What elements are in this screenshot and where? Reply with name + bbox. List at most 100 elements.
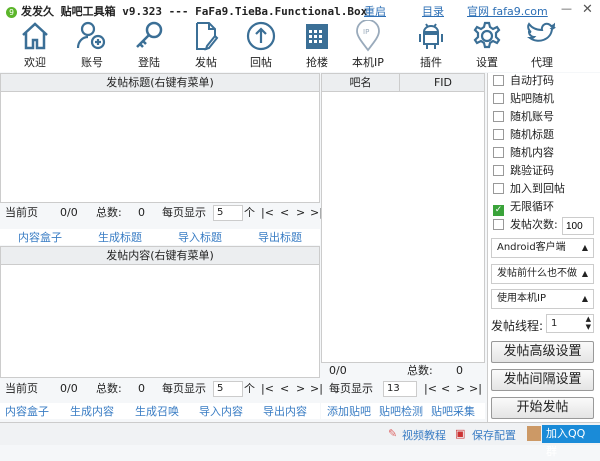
start-post-button[interactable]: 开始发帖 — [491, 397, 594, 419]
tool-grab-floor[interactable]: 抢楼 — [292, 20, 342, 70]
post-count-input[interactable] — [562, 217, 594, 235]
pencil-icon: ✎ — [388, 427, 398, 440]
join-qq-group-button[interactable]: 加入QQ群 — [542, 425, 600, 458]
gear-icon — [473, 21, 501, 49]
first-page-button[interactable]: |< — [261, 204, 274, 222]
per-page-select[interactable]: 5 — [213, 381, 243, 397]
total-label: 总数: — [407, 364, 433, 377]
next-page-button[interactable]: > — [296, 204, 305, 222]
content-list[interactable]: 发帖内容(右键有菜单) — [0, 246, 320, 378]
total: 0 — [138, 382, 145, 395]
title-links: 内容盒子 生成标题 导入标题 导出标题 — [0, 229, 320, 245]
per-page-select[interactable]: 5 — [213, 205, 243, 221]
content-pager: 当前页 0/0 总数: 0 每页显示 5 个 |< < > >| — [0, 380, 323, 398]
checkbox-icon[interactable] — [493, 129, 504, 140]
option-checkbox[interactable]: 随机内容 — [493, 145, 554, 161]
advanced-settings-button[interactable]: 发帖高级设置 — [491, 341, 594, 363]
option-label: 自动打码 — [510, 74, 554, 87]
restart-link[interactable]: 重启 — [364, 3, 386, 19]
checkbox-icon[interactable] — [493, 75, 504, 86]
option-checkbox[interactable]: 随机标题 — [493, 127, 554, 143]
option-checkbox[interactable]: 发帖次数: — [493, 217, 558, 233]
option-label: 随机内容 — [510, 146, 554, 159]
catalog-link[interactable]: 目录 — [422, 3, 444, 19]
document-icon — [196, 22, 219, 51]
app-title: 9 发发久 贴吧工具箱 v9.323 --- FaFa9.TieBa.Functi… — [6, 3, 367, 19]
svg-text:IP: IP — [363, 28, 369, 36]
option-checkbox[interactable]: 自动打码 — [493, 73, 554, 89]
per-page-label: 每页显示 — [329, 382, 373, 395]
prev-page-button[interactable]: < — [441, 380, 450, 398]
tool-account[interactable]: 账号 — [67, 20, 117, 70]
export-content-link[interactable]: 导出内容 — [263, 403, 307, 419]
interval-settings-button[interactable]: 发帖间隔设置 — [491, 369, 594, 391]
before-post-select[interactable]: 发帖前什么也不做 ▲ — [491, 264, 594, 284]
twitter-icon — [526, 22, 556, 42]
stepper-arrows-icon[interactable]: ▲ ▼ — [586, 315, 591, 331]
generate-title-link[interactable]: 生成标题 — [98, 229, 142, 245]
checked-box-icon[interactable]: ✓ — [493, 205, 504, 216]
checkbox-icon[interactable] — [493, 183, 504, 194]
option-checkbox[interactable]: 跳验证码 — [493, 163, 554, 179]
first-page-button[interactable]: |< — [261, 380, 274, 398]
per-page-select[interactable]: 13 — [383, 381, 417, 397]
close-button[interactable]: ✕ — [582, 2, 593, 17]
checkbox-icon[interactable] — [493, 111, 504, 122]
title-list[interactable]: 发帖标题(右键有菜单) — [0, 73, 320, 203]
tool-welcome[interactable]: 欢迎 — [10, 20, 60, 70]
tool-plugins[interactable]: 插件 — [406, 20, 456, 70]
first-page-button[interactable]: |< — [424, 380, 437, 398]
collect-bar-link[interactable]: 贴吧采集 — [431, 403, 475, 419]
key-icon — [136, 21, 163, 48]
content-box-link[interactable]: 内容盒子 — [5, 403, 49, 419]
option-checkbox[interactable]: 随机账号 — [493, 109, 554, 125]
tool-local-ip[interactable]: IP 本机IP — [343, 20, 393, 70]
col-fid[interactable]: FID — [401, 74, 485, 91]
option-checkbox[interactable]: ✓ 无限循环 — [493, 199, 554, 216]
bar-list[interactable]: 吧名 FID — [321, 73, 485, 363]
minimize-button[interactable]: — — [561, 2, 572, 15]
total: 0 — [138, 206, 145, 219]
checkbox-icon[interactable] — [493, 93, 504, 104]
tool-label: 抢楼 — [306, 56, 328, 69]
tool-reply[interactable]: 回帖 — [236, 20, 286, 70]
checkbox-icon[interactable] — [493, 147, 504, 158]
save-config-link[interactable]: 保存配置 — [472, 427, 516, 443]
tool-post[interactable]: 发帖 — [181, 20, 231, 70]
current-page: 0/0 — [60, 382, 78, 395]
import-title-link[interactable]: 导入标题 — [178, 229, 222, 245]
add-bar-link[interactable]: 添加贴吧 — [327, 403, 371, 419]
tool-proxy[interactable]: 代理 — [517, 20, 567, 70]
next-page-button[interactable]: > — [296, 380, 305, 398]
tool-login[interactable]: 登陆 — [124, 20, 174, 70]
prev-page-button[interactable]: < — [280, 204, 289, 222]
next-page-button[interactable]: > — [456, 380, 465, 398]
client-value: Android客户端 — [497, 242, 566, 253]
client-select[interactable]: Android客户端 ▲ — [491, 238, 594, 258]
checkbox-icon[interactable] — [493, 165, 504, 176]
checkbox-icon[interactable] — [493, 219, 504, 230]
export-title-link[interactable]: 导出标题 — [258, 229, 302, 245]
calendar-icon — [306, 24, 328, 49]
add-user-icon — [76, 21, 106, 50]
generate-summon-link[interactable]: 生成召唤 — [135, 403, 179, 419]
website-link[interactable]: 官网 fafa9.com — [467, 3, 548, 19]
content-list-header: 发帖内容(右键有菜单) — [1, 247, 319, 265]
bar-summary: 0/0 总数: 0 — [321, 362, 485, 380]
option-checkbox[interactable]: 加入到回帖 — [493, 181, 565, 197]
prev-page-button[interactable]: < — [280, 380, 289, 398]
check-bar-link[interactable]: 贴吧检测 — [379, 403, 423, 419]
option-checkbox[interactable]: 贴吧随机 — [493, 91, 554, 107]
tool-label: 账号 — [81, 56, 103, 69]
col-bar-name[interactable]: 吧名 — [322, 74, 400, 91]
threads-stepper[interactable]: 1 ▲ ▼ — [546, 314, 594, 333]
tool-label: 本机IP — [352, 56, 384, 69]
ip-mode-select[interactable]: 使用本机IP ▲ — [491, 289, 594, 309]
generate-content-link[interactable]: 生成内容 — [70, 403, 114, 419]
tool-label: 代理 — [531, 56, 553, 69]
import-content-link[interactable]: 导入内容 — [199, 403, 243, 419]
content-box-link[interactable]: 内容盒子 — [18, 229, 62, 245]
last-page-button[interactable]: >| — [469, 380, 482, 398]
video-tutorial-link[interactable]: 视频教程 — [402, 427, 446, 443]
tool-settings[interactable]: 设置 — [462, 20, 512, 70]
